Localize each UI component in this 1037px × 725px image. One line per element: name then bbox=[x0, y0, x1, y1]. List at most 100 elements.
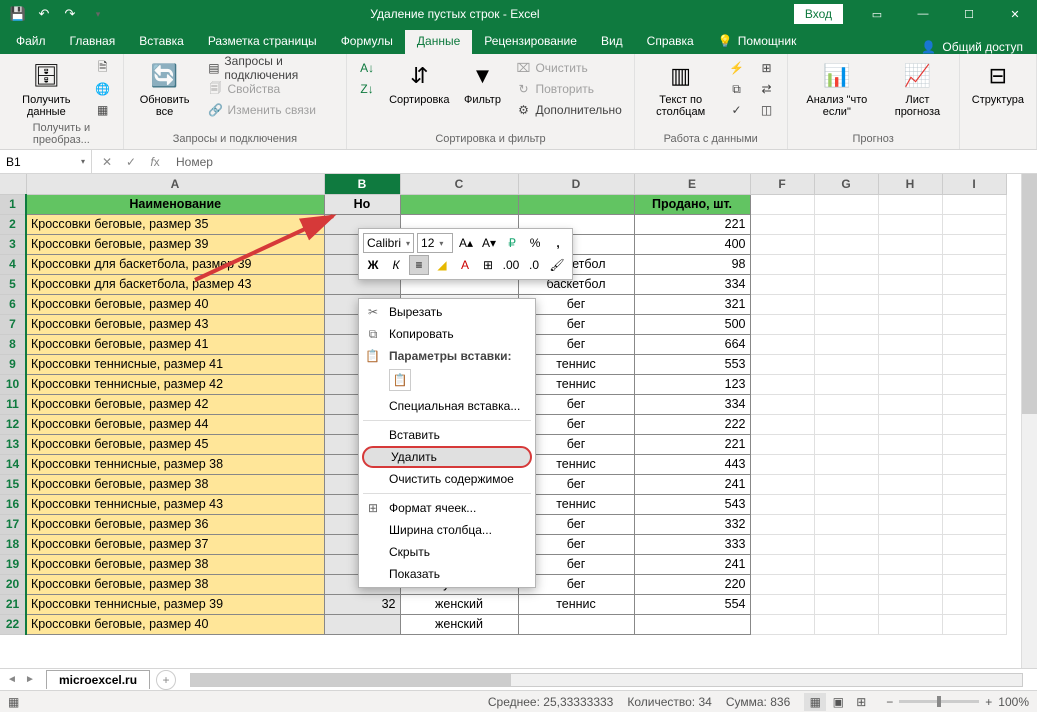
row-header[interactable]: 7 bbox=[0, 314, 26, 334]
sheet-nav-prev[interactable]: ◄ bbox=[4, 672, 20, 688]
col-header[interactable]: B bbox=[324, 174, 400, 194]
sort-button[interactable]: ⇵Сортировка bbox=[385, 58, 453, 108]
cell[interactable]: 400 bbox=[634, 234, 750, 254]
row-header[interactable]: 13 bbox=[0, 434, 26, 454]
sheet-nav-next[interactable]: ► bbox=[22, 672, 38, 688]
col-header[interactable]: A bbox=[26, 174, 324, 194]
fill-color-icon[interactable]: ◢ bbox=[432, 255, 452, 275]
cell[interactable]: 333 bbox=[634, 534, 750, 554]
row-header[interactable]: 4 bbox=[0, 254, 26, 274]
cell[interactable]: Кроссовки беговые, размер 38 bbox=[26, 474, 324, 494]
cell[interactable]: 32 bbox=[324, 594, 400, 614]
zoom-slider[interactable] bbox=[899, 700, 979, 703]
row-header[interactable]: 1 bbox=[0, 194, 26, 214]
maximize-icon[interactable]: ☐ bbox=[947, 0, 991, 28]
data-val-button[interactable]: ✓ bbox=[725, 100, 749, 120]
undo-icon[interactable]: ↶ bbox=[32, 2, 56, 26]
tab-layout[interactable]: Разметка страницы bbox=[196, 30, 329, 54]
cell[interactable]: Кроссовки для баскетбола, размер 39 bbox=[26, 254, 324, 274]
cell[interactable]: женский bbox=[400, 614, 518, 634]
row-header[interactable]: 6 bbox=[0, 294, 26, 314]
cell[interactable]: 221 bbox=[634, 434, 750, 454]
select-all[interactable] bbox=[0, 174, 26, 194]
font-size-select[interactable]: 12▾ bbox=[417, 233, 453, 253]
cell[interactable]: 98 bbox=[634, 254, 750, 274]
chevron-down-icon[interactable]: ▾ bbox=[81, 157, 85, 166]
ribbon-options-icon[interactable]: ▭ bbox=[855, 0, 899, 28]
cell[interactable]: Кроссовки теннисные, размер 42 bbox=[26, 374, 324, 394]
ctx-col-width[interactable]: Ширина столбца... bbox=[359, 519, 535, 541]
format-painter-icon[interactable]: 🖌 bbox=[547, 255, 567, 275]
ctx-delete[interactable]: Удалить bbox=[362, 446, 532, 468]
col-header[interactable]: F bbox=[750, 174, 814, 194]
cell[interactable] bbox=[518, 614, 634, 634]
row-header[interactable]: 20 bbox=[0, 574, 26, 594]
row-header[interactable]: 8 bbox=[0, 334, 26, 354]
col-header[interactable]: E bbox=[634, 174, 750, 194]
tab-formulas[interactable]: Формулы bbox=[329, 30, 405, 54]
row-header[interactable]: 21 bbox=[0, 594, 26, 614]
italic-icon[interactable]: К bbox=[386, 255, 406, 275]
minimize-icon[interactable]: — bbox=[901, 0, 945, 28]
cell[interactable] bbox=[634, 614, 750, 634]
save-icon[interactable]: 💾 bbox=[6, 2, 30, 26]
refresh-all-button[interactable]: 🔄Обновить все bbox=[132, 58, 198, 120]
font-select[interactable]: Calibri▾ bbox=[363, 233, 414, 253]
from-web-button[interactable]: 🌐 bbox=[91, 79, 115, 99]
row-header[interactable]: 3 bbox=[0, 234, 26, 254]
cell[interactable]: Кроссовки беговые, размер 45 bbox=[26, 434, 324, 454]
cell[interactable]: Кроссовки беговые, размер 40 bbox=[26, 294, 324, 314]
cell[interactable]: Кроссовки теннисные, размер 38 bbox=[26, 454, 324, 474]
zoom-in-icon[interactable]: + bbox=[985, 695, 992, 709]
dec-decimal-icon[interactable]: .0 bbox=[524, 255, 544, 275]
flash-fill-button[interactable]: ⚡ bbox=[725, 58, 749, 78]
ctx-insert[interactable]: Вставить bbox=[359, 424, 535, 446]
cell[interactable]: 500 bbox=[634, 314, 750, 334]
ctx-cut[interactable]: ✂Вырезать bbox=[359, 301, 535, 323]
shrink-font-icon[interactable]: A▾ bbox=[479, 233, 499, 253]
cell[interactable]: Кроссовки для баскетбола, размер 43 bbox=[26, 274, 324, 294]
namebox-input[interactable] bbox=[6, 155, 66, 169]
horizontal-scrollbar[interactable] bbox=[190, 673, 1023, 687]
cell[interactable]: Кроссовки беговые, размер 41 bbox=[26, 334, 324, 354]
cell[interactable]: 664 bbox=[634, 334, 750, 354]
view-break-icon[interactable]: ⊞ bbox=[850, 693, 872, 711]
tell-me[interactable]: 💡Помощник bbox=[706, 30, 809, 54]
from-text-button[interactable]: 🗎 bbox=[91, 58, 115, 78]
zoom-control[interactable]: − + 100% bbox=[886, 695, 1029, 709]
cell[interactable]: теннис bbox=[518, 594, 634, 614]
fx-icon[interactable]: fx bbox=[144, 152, 166, 172]
share-button[interactable]: 👤Общий доступ bbox=[907, 40, 1037, 54]
cell[interactable]: 321 bbox=[634, 294, 750, 314]
row-header[interactable]: 10 bbox=[0, 374, 26, 394]
data-model-button[interactable]: ◫ bbox=[755, 100, 779, 120]
whatif-button[interactable]: 📊Анализ "что если" bbox=[796, 58, 879, 120]
row-header[interactable]: 16 bbox=[0, 494, 26, 514]
sort-az-button[interactable]: A↓ bbox=[355, 58, 379, 78]
text-to-columns-button[interactable]: ▥Текст по столбцам bbox=[643, 58, 719, 120]
zoom-out-icon[interactable]: − bbox=[886, 695, 893, 709]
get-data-button[interactable]: 🗄Получить данные bbox=[8, 58, 85, 120]
ctx-copy[interactable]: ⧉Копировать bbox=[359, 323, 535, 345]
cell[interactable]: Кроссовки теннисные, размер 43 bbox=[26, 494, 324, 514]
formula-input[interactable] bbox=[170, 150, 1037, 173]
col-header[interactable]: I bbox=[942, 174, 1006, 194]
cell[interactable]: Но bbox=[324, 194, 400, 214]
cell[interactable]: Кроссовки беговые, размер 35 bbox=[26, 214, 324, 234]
row-header[interactable]: 9 bbox=[0, 354, 26, 374]
sheet-tab[interactable]: microexcel.ru bbox=[46, 670, 150, 689]
cancel-icon[interactable]: ✕ bbox=[96, 152, 118, 172]
inc-decimal-icon[interactable]: .00 bbox=[501, 255, 521, 275]
close-icon[interactable]: ✕ bbox=[993, 0, 1037, 28]
font-color-icon[interactable]: A bbox=[455, 255, 475, 275]
tab-view[interactable]: Вид bbox=[589, 30, 635, 54]
grow-font-icon[interactable]: A▴ bbox=[456, 233, 476, 253]
align-icon[interactable]: ≡ bbox=[409, 255, 429, 275]
row-header[interactable]: 15 bbox=[0, 474, 26, 494]
cell[interactable]: Кроссовки теннисные, размер 41 bbox=[26, 354, 324, 374]
name-box[interactable]: ▾ bbox=[0, 150, 92, 173]
row-header[interactable]: 14 bbox=[0, 454, 26, 474]
scroll-thumb[interactable] bbox=[191, 674, 511, 686]
cell[interactable]: Кроссовки беговые, размер 38 bbox=[26, 574, 324, 594]
qat-customize-icon[interactable]: ▾ bbox=[86, 2, 110, 26]
